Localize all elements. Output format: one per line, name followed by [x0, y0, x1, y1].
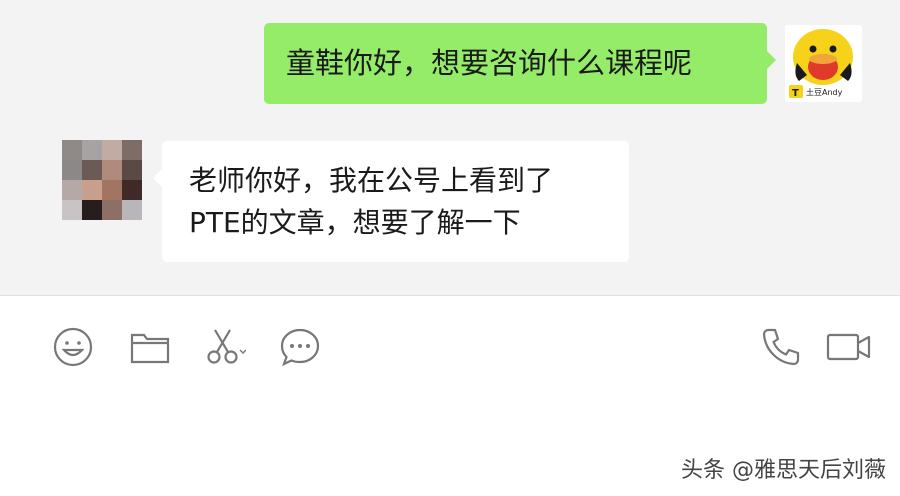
scissors-icon[interactable] — [204, 326, 247, 368]
outgoing-message-text: 童鞋你好，想要咨询什么课程呢 — [286, 46, 693, 80]
svg-text:T: T — [792, 88, 799, 99]
self-avatar[interactable]: T 土豆Andy — [785, 25, 862, 102]
chat-bubble-icon[interactable] — [279, 326, 321, 368]
folder-icon[interactable] — [129, 326, 171, 368]
input-divider — [0, 295, 900, 296]
incoming-message-bubble[interactable]: 老师你好，我在公号上看到了 PTE的文章，想要了解一下 — [153, 141, 629, 262]
duck-avatar-icon: T 土豆Andy — [785, 25, 862, 102]
incoming-message-line-1: 老师你好，我在公号上看到了 — [189, 164, 554, 197]
emoji-icon[interactable] — [52, 326, 94, 368]
phone-icon[interactable] — [760, 326, 802, 368]
source-watermark: 头条 @雅思天后刘薇 — [681, 458, 886, 483]
avatar-caption: 土豆Andy — [806, 87, 843, 97]
outgoing-message-bubble[interactable]: 童鞋你好，想要咨询什么课程呢 — [264, 23, 776, 104]
video-call-icon[interactable] — [826, 326, 872, 368]
contact-avatar[interactable] — [62, 140, 142, 220]
incoming-message-line-2: PTE的文章，想要了解一下 — [189, 206, 521, 239]
